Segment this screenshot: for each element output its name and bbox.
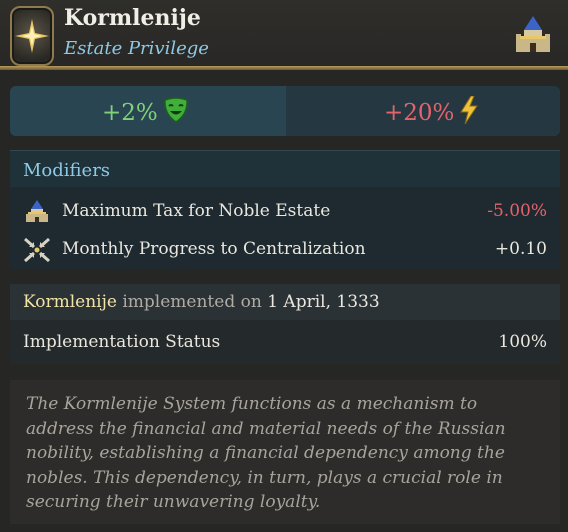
noble-castle-icon bbox=[23, 199, 51, 227]
loyalty-value: +2% bbox=[102, 100, 158, 126]
privilege-type-label: Estate Privilege bbox=[64, 38, 209, 59]
centralization-arrows-icon bbox=[23, 237, 51, 267]
implementation-panel: Kormlenije implemented on 1 April, 1333 … bbox=[10, 284, 560, 364]
loyalty-effect: +2% bbox=[10, 86, 286, 136]
modifier-value: -5.00% bbox=[487, 201, 547, 221]
effects-bar: +2% +20% bbox=[10, 86, 560, 136]
implementation-status-value: 100% bbox=[498, 332, 547, 352]
implementation-date-row: Kormlenije implemented on 1 April, 1333 bbox=[10, 284, 560, 320]
modifiers-header: Modifiers bbox=[10, 151, 560, 187]
power-value: +20% bbox=[384, 100, 455, 126]
modifier-value: +0.10 bbox=[494, 239, 547, 259]
power-effect: +20% bbox=[286, 86, 560, 136]
description-panel: The Kormlenije System functions as a mec… bbox=[10, 380, 560, 524]
modifier-label: Maximum Tax for Noble Estate bbox=[62, 201, 331, 221]
noble-castle-icon bbox=[512, 14, 554, 58]
modifiers-title: Modifiers bbox=[23, 160, 111, 181]
header-divider bbox=[0, 66, 568, 70]
modifier-row: Maximum Tax for Noble Estate -5.00% bbox=[10, 193, 560, 229]
modifier-row: Monthly Progress to Centralization +0.10 bbox=[10, 231, 560, 267]
privilege-description: The Kormlenije System functions as a mec… bbox=[26, 394, 506, 512]
lightning-icon bbox=[458, 95, 480, 130]
tooltip-header: Kormlenije Estate Privilege bbox=[0, 0, 568, 70]
compass-star-icon bbox=[10, 6, 54, 66]
implementation-date: 1 April, 1333 bbox=[267, 292, 380, 312]
privilege-title: Kormlenije bbox=[64, 5, 201, 31]
modifiers-panel: Modifiers Maximum Tax for Noble Estate -… bbox=[10, 150, 560, 269]
implemented-on-text: implemented on bbox=[122, 292, 262, 312]
implementation-status-label: Implementation Status bbox=[23, 332, 221, 352]
modifier-label: Monthly Progress to Centralization bbox=[62, 239, 366, 259]
implemented-privilege-name: Kormlenije bbox=[23, 292, 117, 312]
happy-mask-icon bbox=[162, 96, 190, 130]
